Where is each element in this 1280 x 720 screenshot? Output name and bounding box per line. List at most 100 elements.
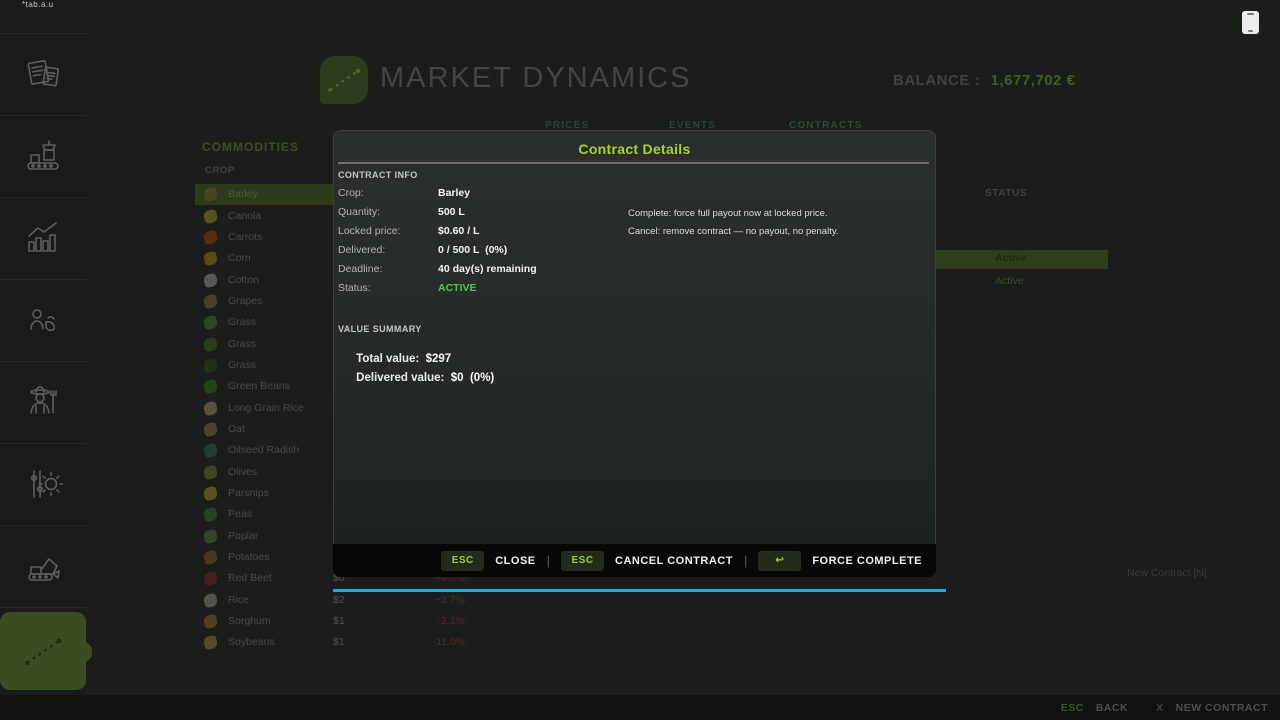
esc-key-hint: ESC [1061,702,1084,714]
field-label: Deadline: [338,263,382,275]
crop-icon [203,507,218,522]
back-button[interactable]: BACK [1096,702,1128,714]
crop-icon [203,336,218,351]
contract-field-row: Delivered: 0 / 500 L (0%) [334,244,935,258]
balance-display: BALANCE : 1,677,702 € [893,72,1075,89]
commodity-price: $1 [333,636,345,648]
commodity-name: Barley [228,188,258,200]
commodity-change: +2.7% [413,594,465,606]
crop-icon [203,187,218,202]
statistics-icon [21,216,65,260]
screen: *tab.a.u MARKET DYNAMICS BALANCE : 1,677… [0,0,1280,720]
new-contract-button[interactable]: NEW CONTRACT [1176,702,1268,714]
field-label: Status: [338,282,371,294]
sidebar-tab-settings[interactable] [0,456,86,512]
crop-icon [203,614,218,629]
field-value: $0.60 / L [438,225,479,237]
contract-info-section-title: CONTRACT INFO [338,170,418,180]
sidebar-active-tab-notch [76,642,92,662]
sidebar [0,0,86,720]
selection-underline [333,589,946,592]
commodity-name: Grapes [228,295,262,307]
commodity-name: Poplar [228,530,258,542]
status-column-header: STATUS [985,188,1027,199]
commodity-row[interactable]: Soybeans $1 -11.0% [195,632,481,653]
field-label: Quantity: [338,206,380,218]
sidebar-tab-statistics[interactable] [0,210,86,266]
sidebar-divider [0,115,86,116]
crop-icon [203,422,218,437]
force-complete-key-icon: ↩ [758,551,801,571]
crop-icon [203,400,218,415]
contract-field-row: Status: ACTIVE [334,282,935,296]
esc-key-badge: ESC [561,551,604,571]
sidebar-tab-market-dynamics-active[interactable] [0,612,86,690]
commodity-name: Cotton [228,274,259,286]
sidebar-tab-production[interactable] [0,128,86,184]
commodity-name: Olives [228,466,257,478]
commodity-name: Parsnips [228,487,269,499]
sidebar-tab-sales[interactable] [0,292,86,348]
commodity-name: Red Beet [228,572,272,584]
field-value: Barley [438,187,470,199]
commodity-name: Rice [228,594,249,606]
force-complete-button[interactable]: FORCE COMPLETE [812,555,922,567]
contract-field-row: Deadline: 40 day(s) remaining [334,263,935,277]
field-value: 500 L [438,206,465,218]
sidebar-divider [0,361,86,362]
crop-icon [203,315,218,330]
page-title: MARKET DYNAMICS [380,62,691,95]
commodity-row[interactable]: Sorghum $1 -2.1% [195,611,481,632]
crop-icon [203,208,218,223]
esc-key-badge: ESC [441,551,484,571]
x-key-hint: X [1156,702,1164,714]
field-label: Locked price: [338,225,400,237]
crop-icon [203,230,218,245]
contract-status-badge: Active [995,252,1027,264]
crop-icon [203,379,218,394]
production-icon [21,134,65,178]
crop-icon [203,272,218,287]
crop-icon [203,592,218,607]
cancel-contract-button[interactable]: CANCEL CONTRACT [615,555,733,567]
commodity-change: -2.1% [413,615,465,627]
contract-status-badge: Active [995,275,1024,287]
crop-icon [203,358,218,373]
close-button[interactable]: CLOSE [495,555,535,567]
commodity-name: Carrots [228,231,262,243]
balance-label: BALANCE : [893,72,980,89]
dialog-footer: ESC CLOSE | ESC CANCEL CONTRACT | ↩ FORC… [333,544,936,577]
phone-icon[interactable] [1242,11,1259,34]
documents-icon [21,52,65,96]
market-dynamics-logo [320,56,368,104]
field-value: ACTIVE [438,282,477,294]
sidebar-divider [0,443,86,444]
chart-line-icon [320,56,368,104]
dialog-title: Contract Details [334,141,935,157]
sidebar-tab-documents[interactable] [0,46,86,102]
commodity-name: Sorghum [228,615,271,627]
crop-icon [203,550,218,565]
field-label: Crop: [338,187,364,199]
debug-watermark-text: *tab.a.u [22,0,54,9]
crop-icon [203,443,218,458]
sales-icon [21,298,65,342]
construction-icon [21,544,65,588]
sidebar-tab-construction[interactable] [0,538,86,594]
commodity-name: Grass [228,316,256,328]
commodity-name: Potatoes [228,551,269,563]
sidebar-tab-farmer[interactable] [0,374,86,430]
value-summary-section-title: VALUE SUMMARY [338,324,422,334]
sidebar-divider [0,525,86,526]
crop-icon [203,486,218,501]
commodity-name: Corn [228,252,251,264]
commodity-name: Green Beans [228,380,290,392]
sidebar-divider [0,607,86,608]
crop-icon [203,571,218,586]
contract-help-text: Complete: force full payout now at locke… [628,208,828,219]
footer-separator: | [547,553,550,568]
commodity-name: Oilseed Radish [228,444,299,456]
delivered-value-label: Delivered value: [356,372,444,384]
delivered-value-row: Delivered value: $0 (0%) [337,360,494,396]
commodity-row[interactable]: Rice $2 +2.7% [195,590,481,611]
